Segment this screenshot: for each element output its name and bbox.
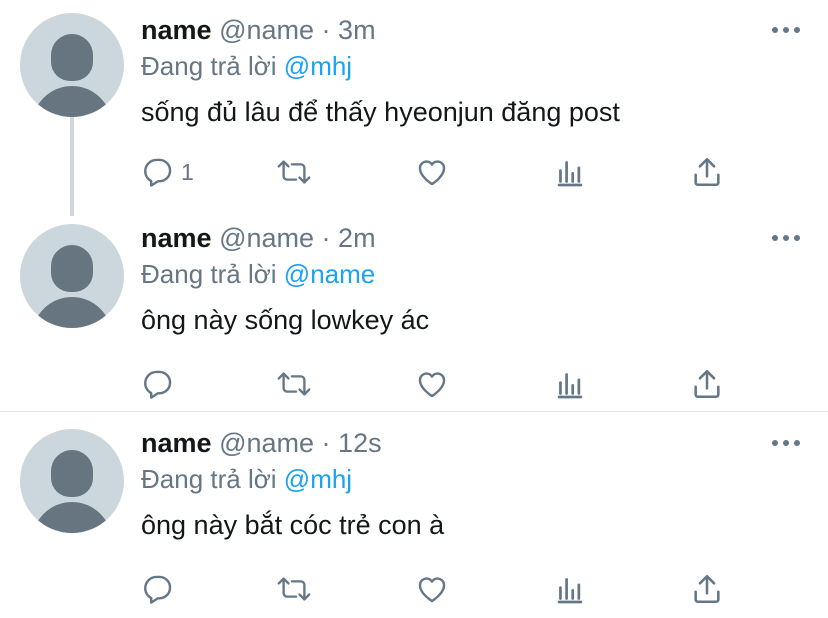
avatar-body bbox=[32, 502, 112, 533]
retweet-icon bbox=[277, 160, 311, 184]
tweet[interactable]: name @name · 3m Đang trả lời @mhj sống đ… bbox=[0, 0, 828, 216]
replying-to: Đang trả lời @mhj bbox=[141, 49, 352, 83]
retweet-button[interactable] bbox=[276, 364, 312, 404]
display-name[interactable]: name bbox=[141, 428, 212, 458]
avatar-head bbox=[51, 245, 93, 292]
analytics-icon bbox=[557, 373, 583, 399]
more-icon[interactable] bbox=[772, 24, 800, 36]
mention-link[interactable]: @name bbox=[284, 259, 375, 289]
separator: · bbox=[321, 428, 331, 458]
tweet[interactable]: name @name · 12s Đang trả lời @mhj ông n… bbox=[0, 413, 828, 618]
retweet-button[interactable] bbox=[276, 152, 312, 192]
tweet[interactable]: name @name · 2m Đang trả lời @name ông n… bbox=[0, 208, 828, 412]
replying-prefix: Đang trả lời bbox=[141, 51, 277, 81]
retweet-icon bbox=[277, 577, 311, 601]
avatar[interactable] bbox=[20, 224, 124, 328]
display-name[interactable]: name bbox=[141, 15, 212, 45]
avatar-body bbox=[32, 297, 112, 328]
replying-to: Đang trả lời @mhj bbox=[141, 462, 352, 496]
analytics-button[interactable] bbox=[555, 364, 585, 404]
display-name[interactable]: name bbox=[141, 223, 212, 253]
avatar-head bbox=[51, 450, 93, 497]
avatar-head bbox=[51, 34, 93, 81]
action-bar bbox=[0, 364, 828, 404]
mention-link[interactable]: @mhj bbox=[284, 51, 352, 81]
replying-to: Đang trả lời @name bbox=[141, 257, 375, 291]
replying-prefix: Đang trả lời bbox=[141, 464, 277, 494]
more-icon[interactable] bbox=[772, 437, 800, 449]
separator: · bbox=[321, 223, 331, 253]
tweet-header: name @name · 12s bbox=[141, 426, 382, 460]
avatar[interactable] bbox=[20, 429, 124, 533]
action-bar bbox=[0, 569, 828, 609]
analytics-icon bbox=[557, 578, 583, 604]
analytics-icon bbox=[557, 161, 583, 187]
share-icon bbox=[694, 369, 720, 399]
reply-button[interactable] bbox=[141, 364, 181, 404]
handle[interactable]: @name bbox=[219, 223, 314, 253]
reply-icon bbox=[144, 158, 172, 187]
tweet-text: ông này bắt cóc trẻ con à bbox=[141, 510, 445, 540]
share-button[interactable] bbox=[690, 569, 724, 609]
share-icon bbox=[694, 157, 720, 187]
analytics-button[interactable] bbox=[555, 152, 585, 192]
like-button[interactable] bbox=[415, 152, 449, 192]
like-button[interactable] bbox=[415, 569, 449, 609]
heart-icon bbox=[418, 160, 446, 186]
like-button[interactable] bbox=[415, 364, 449, 404]
handle[interactable]: @name bbox=[219, 428, 314, 458]
more-icon[interactable] bbox=[772, 232, 800, 244]
reply-button[interactable] bbox=[141, 569, 181, 609]
avatar[interactable] bbox=[20, 13, 124, 117]
separator: · bbox=[321, 15, 331, 45]
retweet-button[interactable] bbox=[276, 569, 312, 609]
tweet-header: name @name · 2m bbox=[141, 221, 376, 255]
analytics-button[interactable] bbox=[555, 569, 585, 609]
mention-link[interactable]: @mhj bbox=[284, 464, 352, 494]
share-button[interactable] bbox=[690, 152, 724, 192]
tweet-text: ông này sống lowkey ác bbox=[141, 305, 430, 335]
divider bbox=[0, 411, 828, 412]
share-button[interactable] bbox=[690, 364, 724, 404]
replying-prefix: Đang trả lời bbox=[141, 259, 277, 289]
reply-icon bbox=[144, 575, 172, 604]
heart-icon bbox=[418, 577, 446, 603]
reply-button[interactable]: 1 bbox=[141, 152, 194, 192]
timestamp[interactable]: 12s bbox=[338, 428, 382, 458]
avatar-body bbox=[32, 86, 112, 117]
timestamp[interactable]: 2m bbox=[338, 223, 376, 253]
tweet-text: sống đủ lâu để thấy hyeonjun đăng post bbox=[141, 97, 620, 127]
action-bar: 1 bbox=[0, 152, 828, 192]
reply-icon bbox=[144, 370, 172, 399]
heart-icon bbox=[418, 372, 446, 398]
timestamp[interactable]: 3m bbox=[338, 15, 376, 45]
tweet-header: name @name · 3m bbox=[141, 13, 376, 47]
handle[interactable]: @name bbox=[219, 15, 314, 45]
retweet-icon bbox=[277, 372, 311, 396]
share-icon bbox=[694, 574, 720, 604]
reply-count: 1 bbox=[181, 158, 194, 185]
